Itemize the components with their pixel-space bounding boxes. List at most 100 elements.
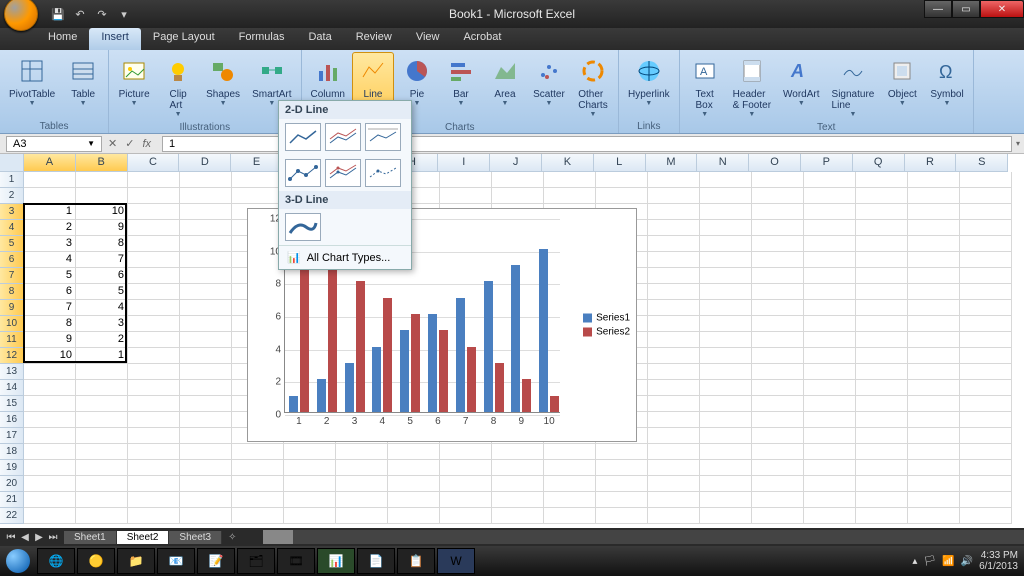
pivottable-button[interactable]: PivotTable▼ [4,52,60,120]
cell[interactable] [648,364,700,380]
cell[interactable] [128,188,180,204]
cell[interactable] [76,172,128,188]
cell[interactable] [856,268,908,284]
cell[interactable] [648,332,700,348]
cell[interactable] [856,284,908,300]
cell[interactable] [648,380,700,396]
cell[interactable] [908,300,960,316]
cell[interactable] [648,236,700,252]
cell[interactable] [24,412,76,428]
cell[interactable] [804,412,856,428]
line-type-100stacked-markers[interactable] [365,159,401,187]
cell[interactable] [960,428,1012,444]
cell[interactable] [856,204,908,220]
cell[interactable] [24,172,76,188]
cell[interactable] [752,428,804,444]
cell[interactable]: 8 [76,236,128,252]
row-header[interactable]: 10 [0,316,24,332]
cell[interactable] [804,188,856,204]
tab-data[interactable]: Data [296,28,343,50]
chart-bar[interactable] [383,298,392,412]
cell[interactable] [492,460,544,476]
line-type-basic[interactable] [285,123,321,151]
cell[interactable] [24,188,76,204]
cell[interactable] [804,396,856,412]
hyperlink-button[interactable]: Hyperlink▼ [623,52,675,120]
cell[interactable] [492,492,544,508]
cell[interactable] [596,476,648,492]
cell[interactable] [752,188,804,204]
chart-bar[interactable] [400,330,409,412]
cell[interactable] [440,172,492,188]
cell[interactable] [856,492,908,508]
cell[interactable] [596,444,648,460]
cell[interactable] [960,508,1012,524]
cell[interactable] [128,412,180,428]
cell[interactable] [180,396,232,412]
cell[interactable] [960,316,1012,332]
taskbar-explorer-icon[interactable]: 📁 [117,548,155,574]
cell[interactable] [24,492,76,508]
chart-bar[interactable] [372,347,381,412]
cell[interactable] [908,428,960,444]
cell[interactable] [856,508,908,524]
cell[interactable] [856,300,908,316]
cell[interactable] [752,396,804,412]
cell[interactable] [440,460,492,476]
chart-bar[interactable] [317,379,326,412]
name-box[interactable]: A3 ▼ [6,136,102,152]
wordart-button[interactable]: AWordArt▼ [778,52,825,121]
cell[interactable] [180,332,232,348]
office-button[interactable] [4,0,38,31]
column-header[interactable]: N [697,154,749,172]
cell[interactable] [180,460,232,476]
cell[interactable] [128,172,180,188]
cell[interactable] [180,492,232,508]
column-header[interactable]: L [594,154,646,172]
cell[interactable] [232,508,284,524]
cell[interactable] [388,492,440,508]
cell[interactable] [24,476,76,492]
save-icon[interactable]: 💾 [48,4,68,24]
cell[interactable] [648,268,700,284]
cell[interactable] [180,476,232,492]
cell[interactable] [76,380,128,396]
cell[interactable] [648,252,700,268]
cell[interactable] [700,444,752,460]
cell[interactable] [856,412,908,428]
cell[interactable] [492,476,544,492]
cell[interactable] [752,284,804,300]
cell[interactable] [24,428,76,444]
cell[interactable] [180,380,232,396]
object-button[interactable]: Object▼ [881,52,923,121]
cell[interactable] [440,476,492,492]
column-header[interactable]: I [438,154,490,172]
cell[interactable] [752,204,804,220]
cell[interactable] [960,268,1012,284]
taskbar-excel-icon[interactable]: 📊 [317,548,355,574]
chart-bar[interactable] [289,396,298,412]
column-header[interactable]: P [801,154,853,172]
cell[interactable] [804,316,856,332]
cell[interactable] [700,348,752,364]
cell[interactable] [856,348,908,364]
cell[interactable] [804,428,856,444]
cell[interactable] [804,204,856,220]
cell[interactable] [700,380,752,396]
chart-bar[interactable] [550,396,559,412]
cancel-icon[interactable]: ✕ [108,137,117,150]
cell[interactable] [700,332,752,348]
cell[interactable] [180,364,232,380]
cell[interactable] [128,380,180,396]
cell[interactable] [232,492,284,508]
cell[interactable] [596,460,648,476]
cell[interactable] [180,236,232,252]
cell[interactable] [804,348,856,364]
cell[interactable] [128,428,180,444]
column-header[interactable]: B [76,154,128,172]
cell[interactable] [960,284,1012,300]
cell[interactable] [700,268,752,284]
chart-bar[interactable] [300,249,309,412]
cell[interactable] [700,396,752,412]
enter-icon[interactable]: ✓ [125,137,134,150]
